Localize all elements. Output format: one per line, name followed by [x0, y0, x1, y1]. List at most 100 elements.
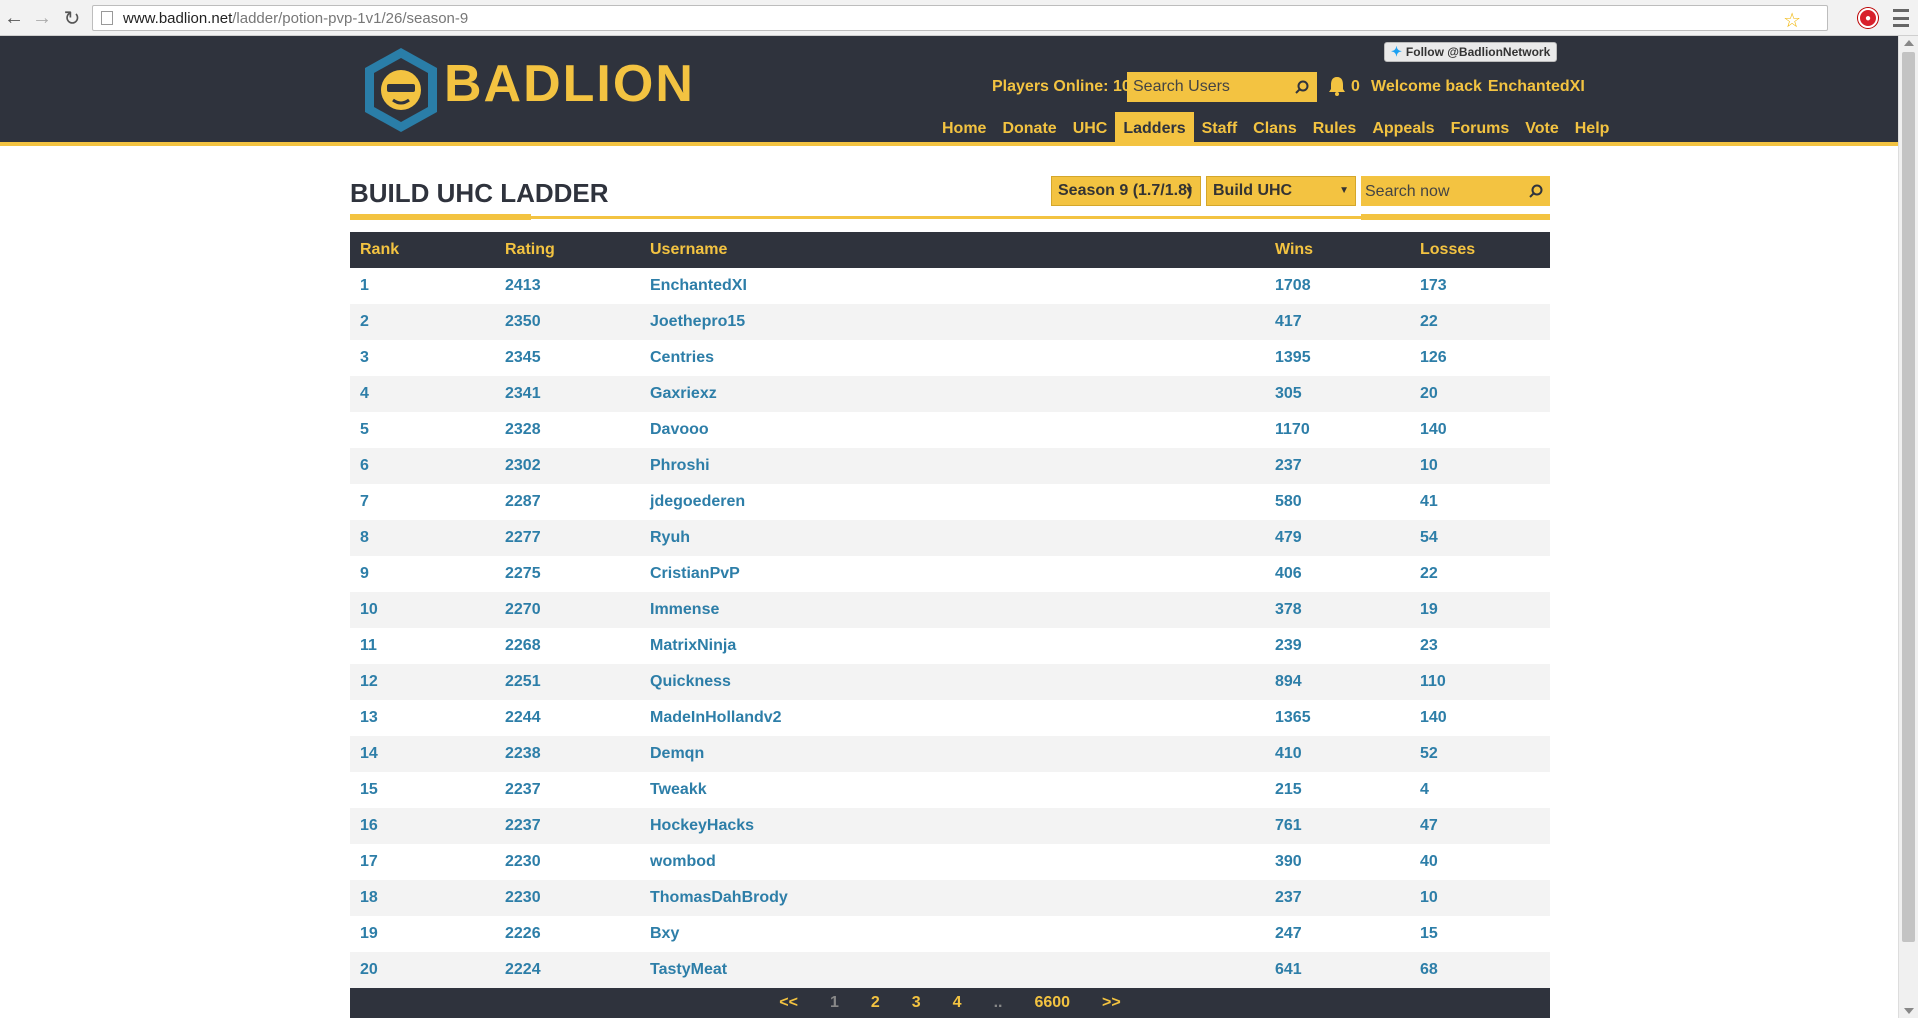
pagination-next[interactable]: >> [1102, 994, 1121, 1012]
rank-cell: 16 [360, 817, 378, 834]
search-users-input[interactable] [1127, 77, 1285, 97]
url-path: /ladder/potion-pvp-1v1/26/season-9 [232, 9, 469, 27]
page-title: BUILD UHC LADDER [350, 178, 609, 208]
search-users-box[interactable] [1127, 72, 1317, 102]
site-logo-text[interactable]: BADLION [444, 58, 695, 110]
column-header-rank[interactable]: Rank [350, 232, 495, 268]
username-link[interactable]: Ryuh [640, 520, 1265, 556]
season-select[interactable]: Season 9 (1.7/1.8) ▼ [1051, 176, 1201, 206]
wins-cell: 237 [1275, 889, 1302, 906]
notification-bell-icon[interactable] [1328, 76, 1346, 96]
forward-icon[interactable]: → [30, 6, 54, 30]
losses-cell: 173 [1420, 277, 1447, 294]
username-link[interactable]: Bxy [640, 916, 1265, 952]
nav-vote[interactable]: Vote [1517, 112, 1566, 146]
table-row: 8 2277 Ryuh 479 54 [350, 520, 1550, 556]
nav-donate[interactable]: Donate [994, 112, 1064, 146]
nav-home[interactable]: Home [934, 112, 994, 146]
username-link[interactable]: jdegoederen [640, 484, 1265, 520]
losses-cell: 10 [1420, 889, 1438, 906]
pagination-prev[interactable]: << [779, 994, 798, 1012]
ladder-table-body: 1 2413 EnchantedXI 1708 173 2 2350 Joethepro15 4… [350, 268, 1550, 988]
nav-rules[interactable]: Rules [1305, 112, 1365, 146]
username-link[interactable]: TastyMeat [640, 952, 1265, 988]
search-icon[interactable] [1295, 80, 1309, 94]
scroll-up-icon[interactable] [1904, 40, 1914, 46]
losses-cell: 15 [1420, 925, 1438, 942]
address-bar[interactable]: www.badlion.net/ladder/potion-pvp-1v1/26… [92, 5, 1828, 33]
nav-appeals[interactable]: Appeals [1364, 112, 1442, 146]
pagination-page-1[interactable]: 1 [830, 994, 839, 1012]
welcome-message: Welcome back EnchantedXI [1371, 78, 1585, 96]
reload-icon[interactable]: ↻ [60, 6, 84, 30]
rating-cell: 2302 [505, 457, 541, 474]
pagination-page-3[interactable]: 3 [912, 994, 921, 1012]
username-link[interactable]: wombod [640, 844, 1265, 880]
username-link[interactable]: HockeyHacks [640, 808, 1265, 844]
rating-cell: 2345 [505, 349, 541, 366]
username-link[interactable]: Phroshi [640, 448, 1265, 484]
nav-uhc[interactable]: UHC [1065, 112, 1116, 146]
username-link[interactable]: Joethepro15 [640, 304, 1265, 340]
table-row: 1 2413 EnchantedXI 1708 173 [350, 268, 1550, 304]
ladder-type-select[interactable]: Build UHC ▼ [1206, 176, 1356, 206]
twitter-follow-button[interactable]: ✦ Follow @BadlionNetwork [1384, 42, 1558, 62]
username-link[interactable]: Demqn [640, 736, 1265, 772]
username-link[interactable]: Tweakk [640, 772, 1265, 808]
username-link[interactable]: Quickness [640, 664, 1265, 700]
badlion-logo-icon[interactable] [362, 46, 440, 134]
column-header-username[interactable]: Username [640, 232, 1265, 268]
username-link[interactable]: Gaxriexz [640, 376, 1265, 412]
nav-forums[interactable]: Forums [1443, 112, 1518, 146]
username-link[interactable]: MatrixNinja [640, 628, 1265, 664]
pagination-page-4[interactable]: 4 [953, 994, 962, 1012]
nav-clans[interactable]: Clans [1245, 112, 1305, 146]
wins-cell: 1365 [1275, 709, 1311, 726]
welcome-username[interactable]: EnchantedXI [1488, 78, 1585, 95]
wins-cell: 417 [1275, 313, 1302, 330]
column-header-wins[interactable]: Wins [1265, 232, 1410, 268]
nav-ladders[interactable]: Ladders [1115, 112, 1194, 146]
column-header-losses[interactable]: Losses [1410, 232, 1550, 268]
wins-cell: 641 [1275, 961, 1302, 978]
nav-staff[interactable]: Staff [1194, 112, 1246, 146]
table-row: 11 2268 MatrixNinja 239 23 [350, 628, 1550, 664]
rating-cell: 2287 [505, 493, 541, 510]
search-icon[interactable] [1529, 184, 1543, 198]
table-row: 14 2238 Demqn 410 52 [350, 736, 1550, 772]
pagination-page-2[interactable]: 2 [871, 994, 880, 1012]
table-row: 20 2224 TastyMeat 641 68 [350, 952, 1550, 988]
username-link[interactable]: EnchantedXI [640, 268, 1265, 304]
username-link[interactable]: Immense [640, 592, 1265, 628]
username-link[interactable]: ThomasDahBrody [640, 880, 1265, 916]
browser-menu-icon[interactable] [1893, 9, 1909, 27]
pagination-last-page[interactable]: 6600 [1034, 994, 1070, 1012]
losses-cell: 47 [1420, 817, 1438, 834]
username-link[interactable]: Centries [640, 340, 1265, 376]
ladder-search-input[interactable] [1361, 176, 1517, 208]
rating-cell: 2413 [505, 277, 541, 294]
username-link[interactable]: CristianPvP [640, 556, 1265, 592]
rank-cell: 5 [360, 421, 369, 438]
back-icon[interactable]: ← [2, 6, 26, 30]
browser-toolbar: ← → ↻ www.badlion.net/ladder/potion-pvp-… [0, 0, 1918, 36]
wins-cell: 239 [1275, 637, 1302, 654]
rank-cell: 15 [360, 781, 378, 798]
rank-cell: 17 [360, 853, 378, 870]
column-header-rating[interactable]: Rating [495, 232, 640, 268]
nav-help[interactable]: Help [1567, 112, 1618, 146]
losses-cell: 23 [1420, 637, 1438, 654]
scroll-down-icon[interactable] [1904, 1008, 1914, 1014]
extension-icon[interactable]: ● [1858, 8, 1878, 28]
username-link[interactable]: MadeInHollandv2 [640, 700, 1265, 736]
table-row: 2 2350 Joethepro15 417 22 [350, 304, 1550, 340]
scroll-thumb[interactable] [1902, 52, 1915, 942]
wins-cell: 580 [1275, 493, 1302, 510]
rating-cell: 2268 [505, 637, 541, 654]
page-scrollbar[interactable] [1898, 36, 1918, 1018]
title-accent-bar [350, 214, 531, 220]
bookmark-star-icon[interactable]: ☆ [1783, 8, 1801, 33]
wins-cell: 410 [1275, 745, 1302, 762]
ladder-search-box[interactable] [1361, 176, 1550, 208]
username-link[interactable]: Davooo [640, 412, 1265, 448]
